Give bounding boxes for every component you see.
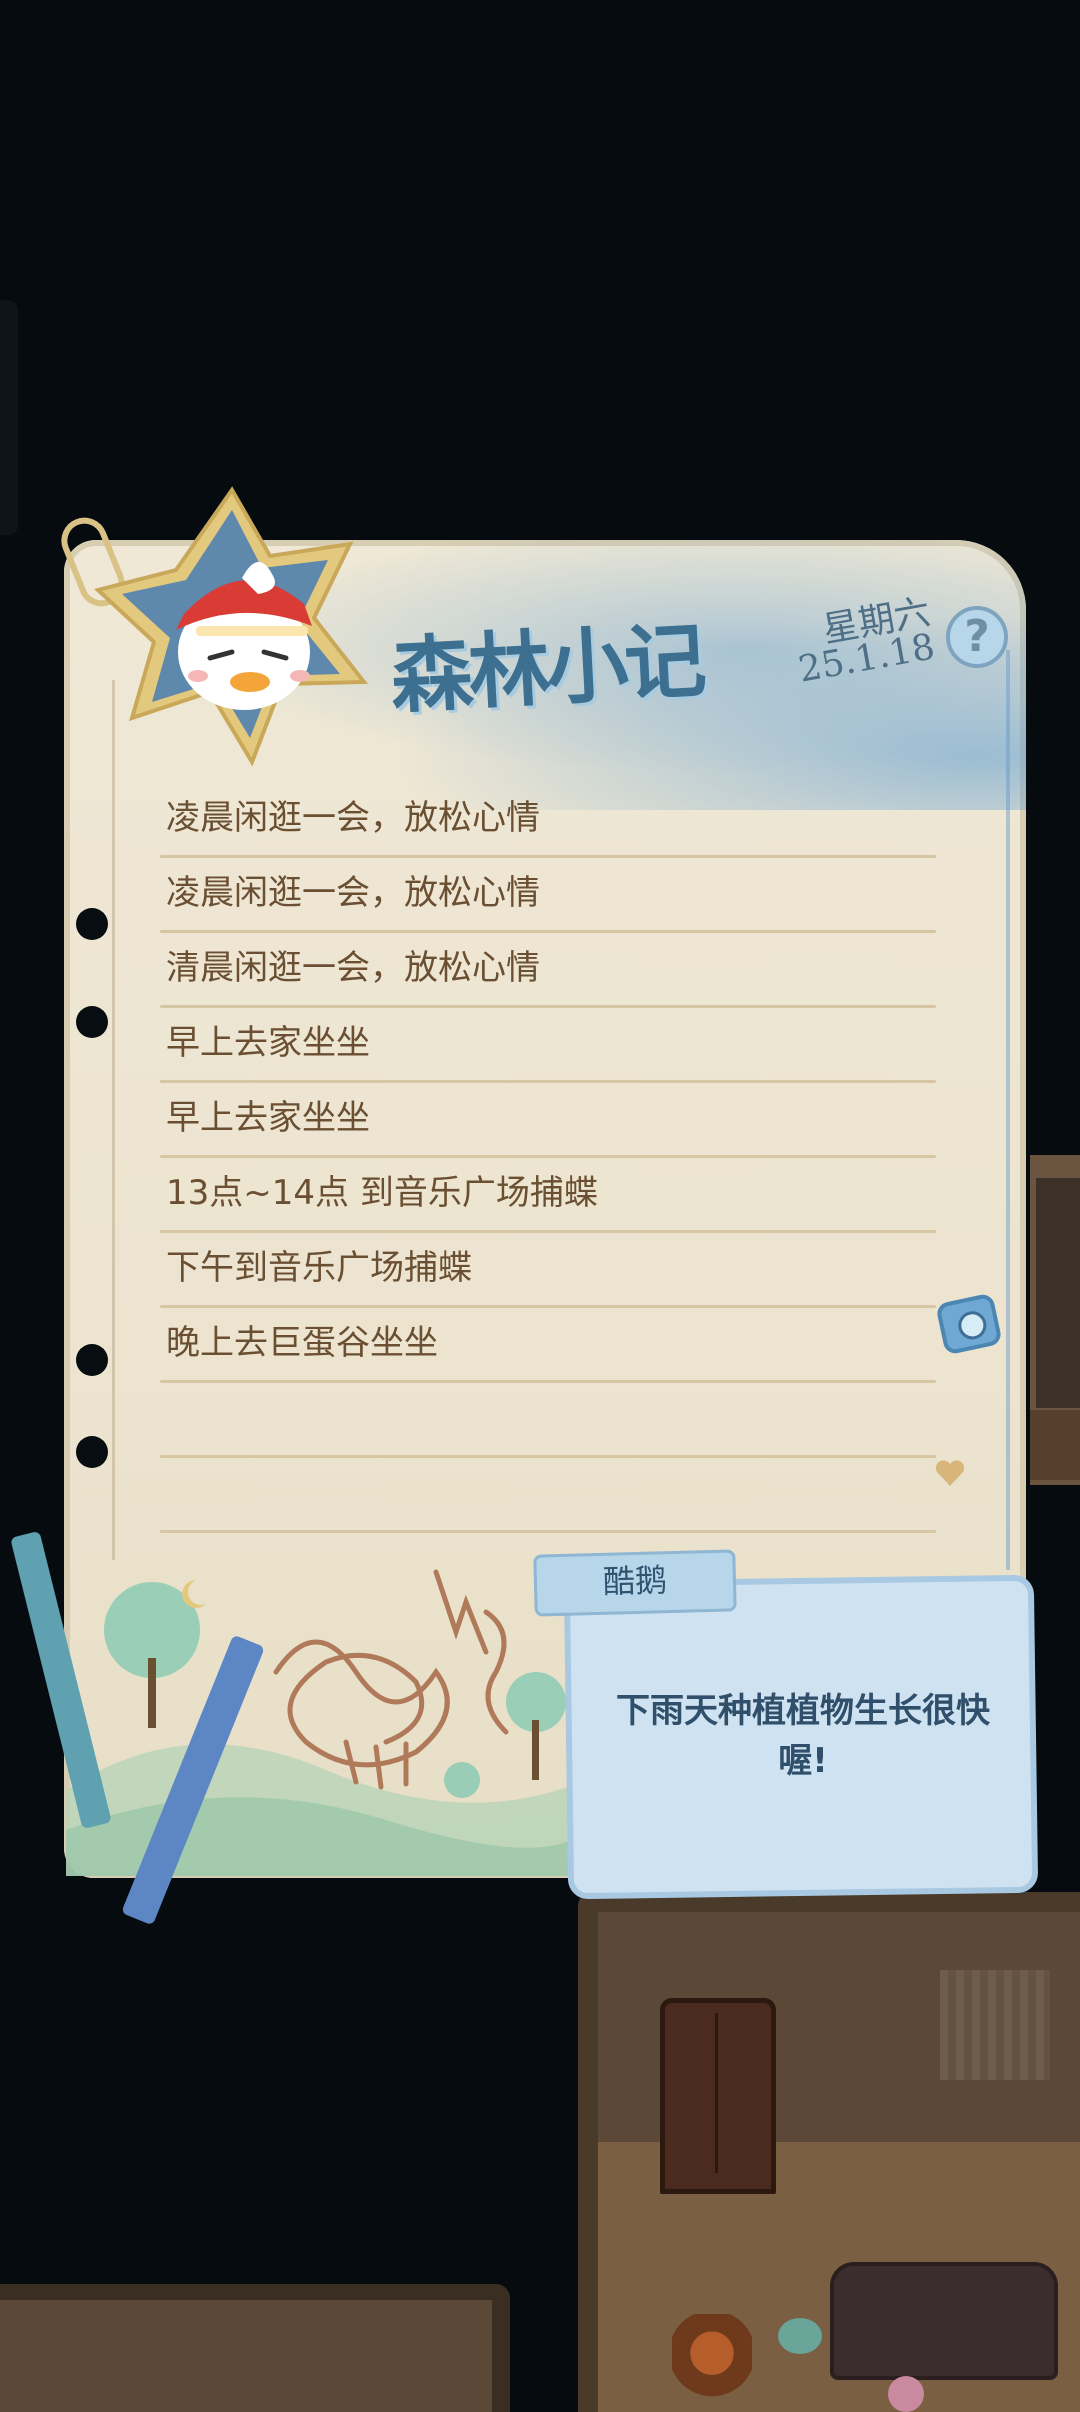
ruled-line: [160, 1080, 936, 1083]
journal-entry: 早上去家坐坐: [160, 1009, 936, 1083]
christmas-tree-decoration: [672, 2314, 752, 2412]
journal-entry: 凌晨闲逛一会，放松心情: [160, 859, 936, 933]
ruled-line: [160, 1530, 936, 1533]
side-tab[interactable]: [0, 300, 18, 535]
ruled-line: [160, 855, 936, 858]
binder-hole: [76, 1006, 108, 1038]
journal-entry: 清晨闲逛一会，放松心情: [160, 934, 936, 1008]
journal-entry: 13点~14点 到音乐广场捕蝶: [160, 1159, 936, 1233]
sofa-furniture: [830, 2262, 1058, 2380]
paper-margin-line: [112, 680, 115, 1560]
ruled-line: [160, 1305, 936, 1308]
duck-avatar-emblem[interactable]: [92, 486, 382, 768]
journal-entry-text: 凌晨闲逛一会，放松心情: [166, 798, 540, 838]
tip-text: 下雨天种植植物生长很快喔!: [616, 1691, 990, 1781]
journal-entry: 下午到音乐广场捕蝶: [160, 1234, 936, 1308]
journal-entry-text: 晚上去巨蛋谷坐坐: [166, 1323, 438, 1363]
speaker-name-tag: 酷鹅: [533, 1549, 737, 1617]
journal-entry-text: 凌晨闲逛一会，放松心情: [166, 873, 540, 913]
ruled-line: [160, 930, 936, 933]
pink-ornament: [888, 2376, 924, 2412]
journal-entry: 凌晨闲逛一会，放松心情: [160, 784, 936, 858]
room-left-wall: [0, 2300, 492, 2412]
ruled-line: [160, 1005, 936, 1008]
curtain-decoration: [940, 1970, 1050, 2080]
journal-entry: 晚上去巨蛋谷坐坐: [160, 1309, 936, 1383]
wardrobe-furniture: [660, 1998, 776, 2194]
journal-entry-text: 早上去家坐坐: [166, 1098, 370, 1138]
binder-hole: [76, 908, 108, 940]
ruled-line: [160, 1230, 936, 1233]
heart-icon: [935, 1460, 965, 1486]
journal-entry: 早上去家坐坐: [160, 1084, 936, 1158]
scribble-doodle: [273, 1569, 509, 1790]
journal-entry: [160, 1384, 936, 1458]
ruled-line: [160, 1155, 936, 1158]
room-right-window: [1036, 1178, 1080, 1408]
question-mark-icon[interactable]: ?: [946, 606, 1008, 668]
room-right-shelf: [1030, 1410, 1080, 1480]
binder-hole: [76, 1344, 108, 1376]
ruled-line: [160, 1455, 936, 1458]
journal-entry-text: 13点~14点 到音乐广场捕蝶: [166, 1173, 598, 1213]
journal-entry-text: 早上去家坐坐: [166, 1023, 370, 1063]
binder-hole: [76, 1436, 108, 1468]
journal-title: 森林小记: [388, 612, 705, 726]
teal-ornament: [778, 2318, 822, 2354]
ruled-line: [160, 1380, 936, 1383]
journal-entry-text: 下午到音乐广场捕蝶: [166, 1248, 472, 1288]
journal-entry: [160, 1459, 936, 1533]
paper-edge-line: [1006, 650, 1010, 1570]
journal-entry-text: 清晨闲逛一会，放松心情: [166, 948, 540, 988]
